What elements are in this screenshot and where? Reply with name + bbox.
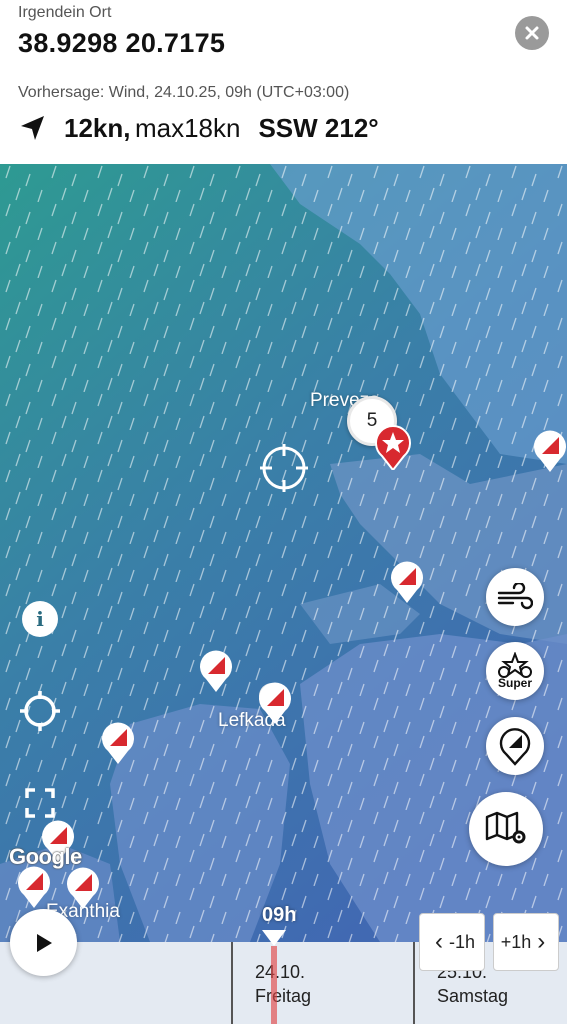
navigation-arrow-icon [21, 116, 44, 140]
wind-icon [497, 583, 533, 610]
current-hour-marker[interactable] [262, 930, 286, 946]
wind-direction: SSW 212° [258, 112, 379, 143]
map-layers-button[interactable] [469, 792, 543, 866]
forecast-info: Vorhersage: Wind, 24.10.25, 09h (UTC+03:… [18, 84, 350, 101]
compass-icon [499, 728, 531, 766]
timeline-divider [413, 942, 415, 1024]
kitespot-icon[interactable] [390, 561, 424, 603]
compass-button[interactable] [486, 717, 544, 775]
kitespot-icon[interactable] [199, 650, 233, 692]
super-forecast-button[interactable]: Super [486, 642, 544, 700]
wind-summary: 12kn, max18kn SSW 212° [18, 110, 379, 146]
play-button[interactable] [10, 909, 77, 976]
wind-max: max18kn [134, 112, 241, 143]
timeline-day-friday[interactable]: 24.10. Freitag [255, 960, 311, 1008]
close-icon [525, 26, 539, 40]
favorite-star-icon[interactable] [374, 424, 412, 470]
chevron-left-icon: ‹ [434, 928, 443, 955]
fullscreen-icon[interactable] [25, 788, 55, 818]
wind-map[interactable]: Preveza Lefkada Exanthia 5 Super i Googl… [0, 164, 567, 942]
day-name: Freitag [255, 986, 312, 1006]
kitespot-icon[interactable] [17, 866, 51, 908]
coordinates: 38.9298 20.7175 [18, 28, 226, 58]
wind-speed: 12kn, [64, 112, 131, 143]
super-forecast-icon [498, 652, 532, 678]
current-hour-label: 09h [262, 904, 297, 926]
minus-hour-button[interactable]: ‹ -1h [419, 913, 485, 971]
kitespot-icon[interactable] [258, 682, 292, 724]
map-layers-icon [485, 811, 526, 844]
chevron-right-icon: › [537, 928, 546, 955]
plus-hour-button[interactable]: +1h › [493, 913, 559, 971]
wind-layer-button[interactable] [486, 568, 544, 626]
timeline-divider [231, 942, 233, 1024]
crosshair-icon [260, 444, 308, 492]
close-button[interactable] [515, 16, 549, 50]
day-name: Samstag [437, 986, 509, 1006]
current-time-line [271, 946, 277, 1024]
kitespot-icon[interactable] [533, 430, 567, 472]
place-name: Irgendein Ort [18, 4, 112, 21]
minus-hour-label: -1h [448, 931, 475, 952]
super-label: Super [497, 676, 532, 690]
kitespot-icon[interactable] [101, 722, 135, 764]
location-header: Irgendein Ort 38.9298 20.7175 Vorhersage… [0, 0, 567, 164]
locate-icon[interactable] [18, 689, 62, 733]
info-button[interactable]: i [22, 601, 58, 637]
plus-hour-label: +1h [500, 931, 532, 952]
kitespot-icon[interactable] [66, 867, 100, 909]
day-date: 24.10. [255, 962, 306, 982]
play-icon [36, 933, 52, 952]
google-attribution: Google [9, 844, 82, 869]
